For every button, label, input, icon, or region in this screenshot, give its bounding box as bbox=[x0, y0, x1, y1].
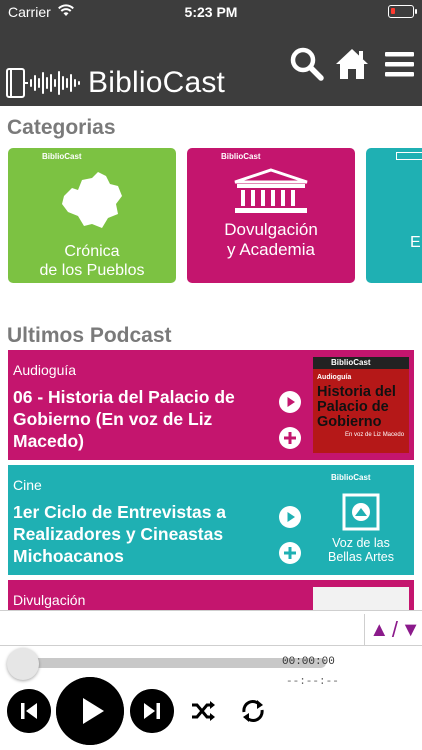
category-label-line1: Crónica bbox=[64, 243, 120, 260]
category-card-divulgacion[interactable]: BiblioCast Dovulgación y Academia bbox=[187, 148, 355, 283]
slash-separator: / bbox=[391, 617, 399, 642]
category-label-line1: Dovulgación bbox=[224, 220, 318, 239]
podcast-title: 1er Ciclo de Entrevistas a Realizadores … bbox=[13, 502, 227, 566]
category-card-cronica[interactable]: BiblioCast Crónica de los Pueblos bbox=[8, 148, 176, 283]
progress-track[interactable] bbox=[14, 658, 326, 668]
thumbnail-title-line: Historia del bbox=[317, 384, 396, 400]
podcast-item-divulgacion[interactable]: Divulgación bbox=[8, 580, 414, 610]
app-header: BiblioCast bbox=[0, 24, 422, 106]
category-label-line2: y Academia bbox=[227, 240, 315, 259]
duration-time: --:--:-- bbox=[286, 676, 339, 688]
divider bbox=[364, 614, 365, 646]
previous-icon[interactable] bbox=[7, 689, 51, 733]
thumbnail-brand: BiblioCast bbox=[331, 473, 371, 482]
divider bbox=[0, 610, 422, 611]
thumbnail-title-line: Palacio de bbox=[317, 399, 389, 415]
repeat-icon[interactable] bbox=[239, 697, 267, 725]
add-icon[interactable] bbox=[278, 426, 302, 450]
home-icon[interactable] bbox=[334, 46, 370, 82]
podcast-thumbnail: BiblioCast Voz de las Bellas Artes bbox=[313, 472, 409, 568]
frame-icon bbox=[342, 493, 380, 531]
category-label: E bbox=[410, 234, 421, 251]
elapsed-time: 00:00:00 bbox=[282, 656, 335, 668]
thumbnail-brand: BiblioCast bbox=[331, 358, 371, 367]
app-logo: BiblioCast bbox=[6, 66, 225, 100]
next-icon[interactable] bbox=[130, 689, 174, 733]
podcast-category: Audioguía bbox=[13, 362, 77, 378]
arrow-down-icon[interactable]: ▼ bbox=[401, 619, 421, 642]
podcast-thumbnail bbox=[313, 587, 409, 610]
menu-icon[interactable] bbox=[382, 46, 418, 82]
podcast-item-palacio[interactable]: Audioguía 06 - Historia del Palacio de G… bbox=[8, 350, 414, 460]
thumbnail-title-line: Gobierno bbox=[317, 414, 382, 430]
thumbnail-title: Voz de las Bellas Artes bbox=[313, 536, 409, 564]
status-bar: Carrier 5:23 PM bbox=[0, 0, 422, 24]
card-brand-icon bbox=[396, 152, 422, 160]
arrow-up-icon[interactable]: ▲ bbox=[369, 619, 389, 642]
thumbnail-heading: Audioguía bbox=[317, 374, 352, 381]
progress-knob[interactable] bbox=[7, 648, 39, 680]
thumbnail-brand-bar: BiblioCast bbox=[313, 357, 409, 369]
thumbnail-title-line: Voz de las bbox=[332, 536, 390, 550]
podcast-category: Cine bbox=[13, 477, 42, 493]
category-label: Dovulgación y Academia bbox=[187, 220, 355, 260]
thumbnail-caption: En voz de Liz Macedo bbox=[345, 432, 405, 438]
category-label-line2: de los Pueblos bbox=[39, 262, 145, 279]
category-card-partial[interactable]: E bbox=[366, 148, 422, 283]
podcast-category: Divulgación bbox=[13, 592, 86, 608]
add-icon[interactable] bbox=[278, 541, 302, 565]
card-brand: BiblioCast bbox=[42, 152, 82, 161]
building-icon bbox=[234, 168, 308, 213]
play-icon[interactable] bbox=[278, 505, 302, 529]
category-label: Crónica de los Pueblos bbox=[8, 242, 176, 280]
search-icon[interactable] bbox=[289, 46, 325, 82]
bibliocast-logo-icon bbox=[6, 68, 80, 98]
podcast-item-cine[interactable]: Cine 1er Ciclo de Entrevistas a Realizad… bbox=[8, 465, 414, 575]
queue-nav: ▲ / ▼ bbox=[368, 617, 422, 642]
status-time: 5:23 PM bbox=[184, 4, 238, 20]
latest-podcasts-heading: Ultimos Podcast bbox=[7, 324, 172, 347]
app-name: BiblioCast bbox=[88, 66, 226, 99]
thumbnail-title-line: Bellas Artes bbox=[327, 550, 394, 564]
play-icon[interactable] bbox=[56, 677, 124, 745]
podcast-thumbnail: BiblioCast Audioguía Historia del Palaci… bbox=[313, 357, 409, 453]
shuffle-icon[interactable] bbox=[189, 697, 217, 725]
thumbnail-title: Historia del Palacio de Gobierno bbox=[317, 385, 396, 430]
podcast-title: 06 - Historia del Palacio de Gobierno (E… bbox=[13, 387, 235, 451]
card-brand: BiblioCast bbox=[221, 152, 261, 161]
categories-heading: Categorias bbox=[7, 116, 116, 139]
map-icon bbox=[62, 172, 122, 228]
play-icon[interactable] bbox=[278, 390, 302, 414]
battery-icon bbox=[388, 5, 417, 18]
divider bbox=[0, 645, 422, 646]
thumbnail-brand-bar: BiblioCast bbox=[313, 472, 409, 484]
